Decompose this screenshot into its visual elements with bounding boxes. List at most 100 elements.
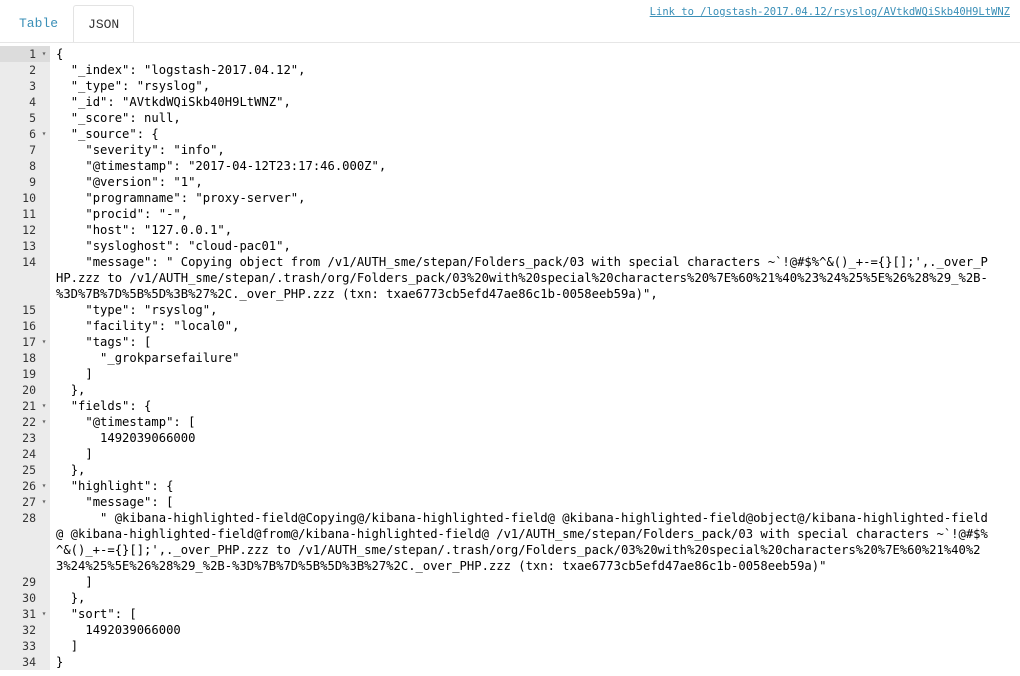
line-number-gutter: 20 [0, 382, 50, 398]
code-line[interactable]: 28 " @kibana-highlighted-field@Copying@/… [0, 510, 1020, 574]
code-text: 1492039066000 [56, 623, 181, 637]
line-number: 33 [22, 639, 36, 653]
code-line[interactable]: 12 "host": "127.0.0.1", [0, 222, 1020, 238]
code-text: "tags": [ [56, 335, 152, 349]
line-number-gutter: 28 [0, 510, 50, 574]
line-number: 12 [22, 223, 36, 237]
line-number-gutter: 27 ▾ [0, 494, 50, 510]
code-text: "host": "127.0.0.1", [56, 223, 233, 237]
code-line[interactable]: 9 "@version": "1", [0, 174, 1020, 190]
code-text: ] [56, 639, 79, 653]
line-number-gutter: 3 [0, 78, 50, 94]
code-line[interactable]: 15 "type": "rsyslog", [0, 302, 1020, 318]
line-number-gutter: 21 ▾ [0, 398, 50, 414]
code-line[interactable]: 24 ] [0, 446, 1020, 462]
code-text: "message": [ [56, 495, 174, 509]
code-line[interactable]: 33 ] [0, 638, 1020, 654]
code-text: "sysloghost": "cloud-pac01", [56, 239, 291, 253]
line-number: 30 [22, 591, 36, 605]
json-editor[interactable]: 1 ▾{2 "_index": "logstash-2017.04.12", 3 "… [0, 46, 1020, 676]
code-line[interactable]: 4 "_id": "AVtkdWQiSkb40H9LtWNZ", [0, 94, 1020, 110]
line-number: 5 [29, 111, 36, 125]
code-text: }, [56, 383, 86, 397]
code-text: "_id": "AVtkdWQiSkb40H9LtWNZ", [56, 95, 291, 109]
code-text: } [56, 655, 64, 669]
line-number: 24 [22, 447, 36, 461]
code-line[interactable]: 26 ▾ "highlight": { [0, 478, 1020, 494]
line-number: 20 [22, 383, 36, 397]
fold-toggle-icon[interactable]: ▾ [40, 334, 48, 350]
code-line[interactable]: 2 "_index": "logstash-2017.04.12", [0, 62, 1020, 78]
code-line[interactable]: 34} [0, 654, 1020, 670]
line-number-gutter: 29 [0, 574, 50, 590]
line-number: 10 [22, 191, 36, 205]
fold-toggle-icon[interactable]: ▾ [40, 606, 48, 622]
line-number-gutter: 10 [0, 190, 50, 206]
fold-toggle-icon[interactable]: ▾ [40, 478, 48, 494]
code-line[interactable]: 3 "_type": "rsyslog", [0, 78, 1020, 94]
code-line[interactable]: 13 "sysloghost": "cloud-pac01", [0, 238, 1020, 254]
code-text: "fields": { [56, 399, 152, 413]
code-line[interactable]: 21 ▾ "fields": { [0, 398, 1020, 414]
line-number-gutter: 33 [0, 638, 50, 654]
code-line[interactable]: 29 ] [0, 574, 1020, 590]
fold-toggle-icon[interactable]: ▾ [40, 494, 48, 510]
code-line[interactable]: 17 ▾ "tags": [ [0, 334, 1020, 350]
fold-toggle-icon[interactable]: ▾ [40, 46, 48, 62]
code-text: ] [56, 447, 93, 461]
line-number: 9 [29, 175, 36, 189]
code-line[interactable]: 25 }, [0, 462, 1020, 478]
code-line[interactable]: 19 ] [0, 366, 1020, 382]
code-line[interactable]: 1 ▾ { [0, 46, 1020, 62]
code-text: ] [56, 367, 93, 381]
line-number-gutter: 31 ▾ [0, 606, 50, 622]
fold-toggle-icon[interactable]: ▾ [40, 398, 48, 414]
line-number: 3 [29, 79, 36, 93]
code-text: "_score": null, [56, 111, 181, 125]
code-line[interactable]: 5 "_score": null, [0, 110, 1020, 126]
tab-json[interactable]: JSON [73, 5, 135, 43]
line-number: 23 [22, 431, 36, 445]
code-text: "highlight": { [56, 479, 174, 493]
line-number-gutter: 34 [0, 654, 50, 670]
fold-toggle-icon[interactable]: ▾ [40, 414, 48, 430]
line-number-gutter: 8 [0, 158, 50, 174]
code-line[interactable]: 14 "message": " Copying object from /v1/… [0, 254, 1020, 302]
code-line[interactable]: 10 "programname": "proxy-server", [0, 190, 1020, 206]
tab-table[interactable]: Table [4, 4, 73, 42]
view-tabs: Table JSON [4, 4, 135, 43]
line-number: 16 [22, 319, 36, 333]
code-line[interactable]: 23 1492039066000 [0, 430, 1020, 446]
code-text: "sort": [ [56, 607, 137, 621]
code-text: "@timestamp": "2017-04-12T23:17:46.000Z"… [56, 159, 387, 173]
document-link[interactable]: Link to /logstash-2017.04.12/rsyslog/AVt… [650, 6, 1010, 18]
fold-toggle-icon[interactable]: ▾ [40, 126, 48, 142]
line-number-gutter: 17 ▾ [0, 334, 50, 350]
code-line[interactable]: 11 "procid": "-", [0, 206, 1020, 222]
line-number-gutter: 24 [0, 446, 50, 462]
line-number: 34 [22, 655, 36, 669]
code-line[interactable]: 27 ▾ "message": [ [0, 494, 1020, 510]
code-line[interactable]: 7 "severity": "info", [0, 142, 1020, 158]
line-number-gutter: 14 [0, 254, 50, 302]
code-line[interactable]: 18 "_grokparsefailure" [0, 350, 1020, 366]
code-line[interactable]: 30 }, [0, 590, 1020, 606]
code-line[interactable]: 16 "facility": "local0", [0, 318, 1020, 334]
line-number-gutter: 25 [0, 462, 50, 478]
code-text: "_type": "rsyslog", [56, 79, 211, 93]
code-text: "message": " Copying object from /v1/AUT… [56, 255, 988, 301]
code-text: "programname": "proxy-server", [56, 191, 306, 205]
line-number: 2 [29, 63, 36, 77]
line-number: 29 [22, 575, 36, 589]
code-line[interactable]: 31 ▾ "sort": [ [0, 606, 1020, 622]
code-line[interactable]: 32 1492039066000 [0, 622, 1020, 638]
line-number-gutter: 26 ▾ [0, 478, 50, 494]
code-text: "type": "rsyslog", [56, 303, 218, 317]
code-text: " @kibana-highlighted-field@Copying@/kib… [56, 511, 988, 573]
code-line[interactable]: 6 ▾ "_source": { [0, 126, 1020, 142]
code-line[interactable]: 20 }, [0, 382, 1020, 398]
line-number-gutter: 22 ▾ [0, 414, 50, 430]
code-line[interactable]: 8 "@timestamp": "2017-04-12T23:17:46.000… [0, 158, 1020, 174]
line-number: 11 [22, 207, 36, 221]
code-line[interactable]: 22 ▾ "@timestamp": [ [0, 414, 1020, 430]
